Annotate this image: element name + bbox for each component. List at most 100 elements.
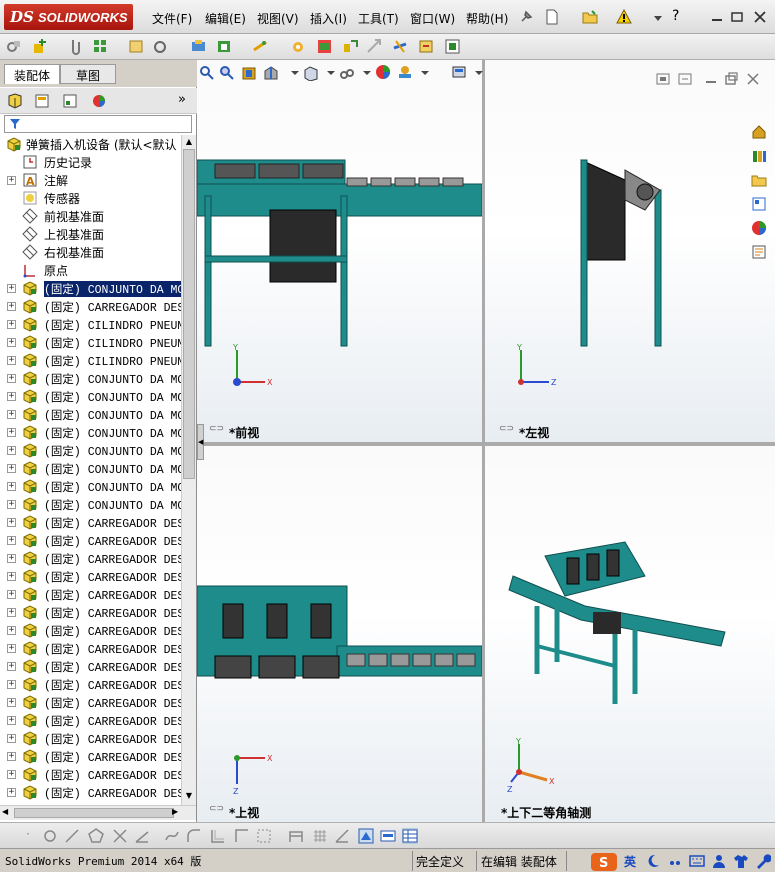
scroll-left-icon[interactable]: ◀: [2, 807, 8, 816]
assembly-features-icon[interactable]: [216, 38, 233, 55]
tree-node[interactable]: 右视基准面: [0, 243, 181, 261]
dropdown-arrow-icon[interactable]: [323, 64, 339, 80]
offset-tool-icon[interactable]: [210, 828, 226, 844]
expand-toggle-icon[interactable]: +: [7, 572, 16, 581]
menu-file[interactable]: 文件(F): [152, 10, 192, 27]
interference-detection-icon[interactable]: [392, 38, 409, 55]
table-tool-icon[interactable]: [402, 828, 418, 844]
angle-tool-icon[interactable]: [134, 828, 150, 844]
show-hidden-icon[interactable]: [190, 38, 207, 55]
tree-node[interactable]: + (固定) CARREGADOR DESMC: [0, 531, 181, 549]
expand-toggle-icon[interactable]: +: [7, 338, 16, 347]
menu-edit[interactable]: 编辑(E): [205, 10, 246, 27]
tree-node[interactable]: + (固定) CILINDRO PNEUMAT: [0, 333, 181, 351]
viewport-minimize-icon[interactable]: [703, 71, 719, 87]
expand-toggle-icon[interactable]: +: [7, 590, 16, 599]
help-question-icon[interactable]: ?: [672, 8, 679, 24]
assembly-icon[interactable]: [6, 38, 23, 55]
insert-component-icon[interactable]: [32, 38, 49, 55]
reference-geometry-icon[interactable]: [252, 38, 269, 55]
convert-entities-icon[interactable]: [256, 828, 272, 844]
close-icon[interactable]: [752, 9, 768, 25]
expand-toggle-icon[interactable]: +: [7, 518, 16, 527]
tree-node[interactable]: + (固定) CARREGADOR DESMC: [0, 729, 181, 747]
expand-toggle-icon[interactable]: +: [7, 320, 16, 329]
link-viewports-icon[interactable]: [655, 71, 671, 87]
zoom-to-area-icon[interactable]: [219, 65, 235, 81]
expand-toggle-icon[interactable]: +: [7, 770, 16, 779]
solidworks-resources-icon[interactable]: [751, 124, 767, 140]
tree-node[interactable]: + (固定) CARREGADOR DESMC: [0, 711, 181, 729]
tab-sketch[interactable]: 草图: [60, 64, 116, 84]
tree-node[interactable]: 原点: [0, 261, 181, 279]
tree-node[interactable]: + (固定) CARREGADOR DESMC: [0, 675, 181, 693]
tree-node[interactable]: + (固定) CONJUNTO DA MOLA: [0, 369, 181, 387]
tree-node[interactable]: + (固定) CONJUNTO DA MOLA: [0, 405, 181, 423]
expand-toggle-icon[interactable]: +: [7, 410, 16, 419]
view-orientation-icon[interactable]: [303, 65, 319, 81]
tree-node[interactable]: + (固定) CARREGADOR DESMC: [0, 585, 181, 603]
dropdown-arrow-icon[interactable]: [287, 64, 303, 80]
view-settings-icon[interactable]: [451, 64, 467, 80]
viewport-close-icon[interactable]: [745, 71, 761, 87]
solidworks-logo[interactable]: DS SOLIDWORKS: [4, 4, 133, 30]
clearance-verification-icon[interactable]: [418, 38, 435, 55]
angular-dimension-icon[interactable]: [334, 828, 350, 844]
view-palette-icon[interactable]: [751, 196, 767, 212]
exploded-view-icon[interactable]: [342, 38, 359, 55]
tree-node[interactable]: + (固定) CONJUNTO DA MOLA: [0, 459, 181, 477]
move-component-icon[interactable]: [152, 38, 169, 55]
expand-toggle-icon[interactable]: +: [7, 734, 16, 743]
tree-scroll-thumb[interactable]: [183, 149, 195, 479]
soft-keyboard-icon[interactable]: [689, 853, 705, 869]
polygon-tool-icon[interactable]: [88, 828, 104, 844]
expand-toggle-icon[interactable]: +: [7, 428, 16, 437]
tree-node[interactable]: 历史记录: [0, 153, 181, 171]
pin-icon[interactable]: [518, 9, 534, 25]
expand-toggle-icon[interactable]: +: [7, 644, 16, 653]
trim-tool-icon[interactable]: [112, 828, 128, 844]
bill-of-materials-icon[interactable]: [316, 38, 333, 55]
appearances-scenes-icon[interactable]: [751, 220, 767, 236]
menu-window[interactable]: 窗口(W): [410, 10, 455, 27]
tree-node[interactable]: + (固定) CONJUNTO DA MOLA: [0, 279, 181, 297]
graphics-area[interactable]: YX ⊂⊃ *前视 YZ ⊂⊃ *左视 Z X ⊂⊃ *上视 Y X Z *上下…: [197, 60, 775, 822]
display-style-icon[interactable]: [339, 65, 355, 81]
tree-node[interactable]: + (固定) CONJUNTO DA MOLA: [0, 387, 181, 405]
tree-horizontal-scrollbar[interactable]: ◀ ▶: [0, 805, 196, 820]
linear-pattern-icon[interactable]: [92, 38, 109, 55]
edit-appearance-icon[interactable]: [375, 64, 391, 80]
tree-root-assembly[interactable]: 弹簧插入机设备 (默认<默认: [0, 135, 181, 153]
viewport-isometric[interactable]: Y X Z *上下二等角轴测: [485, 446, 775, 822]
dimension-tool-icon[interactable]: [288, 828, 304, 844]
menu-view[interactable]: 视图(V): [257, 10, 299, 27]
menu-insert[interactable]: 插入(I): [310, 10, 347, 27]
link-views-icon[interactable]: ⊂⊃: [209, 424, 224, 434]
expand-toggle-icon[interactable]: +: [7, 500, 16, 509]
viewport-restore-icon[interactable]: [723, 71, 739, 87]
ime-language-indicator[interactable]: 英: [624, 853, 636, 870]
tree-node[interactable]: + (固定) CARREGADOR DESMC: [0, 747, 181, 765]
file-explorer-icon[interactable]: [751, 172, 767, 188]
tree-node[interactable]: + (固定) CARREGADOR DESMC: [0, 603, 181, 621]
custom-properties-icon[interactable]: [751, 244, 767, 260]
dropdown-arrow-icon[interactable]: [471, 64, 487, 80]
warning-icon[interactable]: [616, 9, 632, 25]
expand-toggle-icon[interactable]: +: [7, 536, 16, 545]
display-manager-icon[interactable]: [91, 93, 107, 109]
tree-node[interactable]: + (固定) CILINDRO PNEUMAT: [0, 315, 181, 333]
settings-wrench-icon[interactable]: [755, 853, 771, 869]
viewport-sync-icon[interactable]: [677, 71, 693, 87]
expand-toggle-icon[interactable]: +: [7, 608, 16, 617]
tree-node[interactable]: + (固定) CARREGADOR DESMC: [0, 297, 181, 315]
tree-node[interactable]: + (固定) CARREGADOR DESMC: [0, 621, 181, 639]
expand-toggle-icon[interactable]: +: [7, 698, 16, 707]
minimize-icon[interactable]: [709, 9, 725, 25]
menu-tools[interactable]: 工具(T): [358, 10, 399, 27]
dropdown-arrow-icon[interactable]: [359, 64, 375, 80]
expand-toggle-icon[interactable]: +: [7, 374, 16, 383]
new-motion-study-icon[interactable]: [290, 38, 307, 55]
apply-scene-icon[interactable]: [397, 64, 413, 80]
dropdown-arrow-icon[interactable]: [417, 64, 433, 80]
expand-toggle-icon[interactable]: +: [7, 446, 16, 455]
